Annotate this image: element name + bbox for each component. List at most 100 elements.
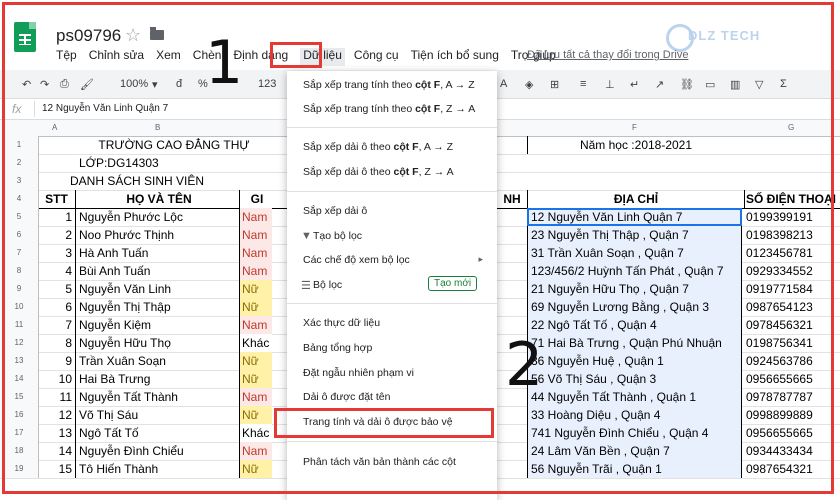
save-status-link[interactable]: Đã lưu tất cả thay đổi trong Drive: [527, 49, 688, 61]
gender-cell[interactable]: Nam: [240, 262, 272, 280]
stt-cell[interactable]: 10: [38, 370, 76, 388]
phone-cell[interactable]: 0199399191: [743, 208, 840, 226]
col-header-g[interactable]: G: [788, 123, 794, 132]
address-cell[interactable]: 23 Nguyễn Thị Thập , Quận 7: [527, 226, 742, 244]
name-cell[interactable]: Nguyễn Tất Thành: [76, 388, 240, 406]
menu-file[interactable]: Tệp: [56, 48, 77, 66]
menu-item-sort-sheet-az[interactable]: Sắp xếp trang tính theo cột F, A → Z: [303, 79, 475, 91]
sheets-logo-icon[interactable]: [14, 22, 36, 52]
phone-cell[interactable]: 0929334552: [743, 262, 840, 280]
menu-item-slicer[interactable]: ☰ Bộ lọc: [301, 279, 342, 292]
phone-cell[interactable]: 0934433434: [743, 442, 840, 460]
menu-addons[interactable]: Tiện ích bổ sung: [411, 48, 499, 66]
school-year-cell[interactable]: Năm học :2018-2021: [527, 136, 744, 154]
chart-icon[interactable]: ▥: [730, 78, 740, 91]
row-number[interactable]: 3: [0, 172, 39, 190]
undo-icon[interactable]: ↶: [22, 78, 31, 91]
address-cell[interactable]: 22 Ngô Tất Tố , Quận 4: [527, 316, 742, 334]
name-cell[interactable]: Võ Thị Sáu: [76, 406, 240, 424]
document-title[interactable]: ps09796: [56, 26, 121, 46]
stt-cell[interactable]: 9: [38, 352, 76, 370]
gender-cell[interactable]: Nữ: [240, 298, 272, 316]
phone-header[interactable]: SỐ ĐIỆN THOẠI: [743, 190, 840, 208]
name-cell[interactable]: Hai Bà Trưng: [76, 370, 240, 388]
link-icon[interactable]: ⛓: [680, 78, 694, 91]
row-number[interactable]: 9: [0, 280, 39, 298]
address-cell[interactable]: 36 Nguyễn Huệ , Quận 1: [527, 352, 742, 370]
phone-cell[interactable]: 0956655665: [743, 370, 840, 388]
name-header[interactable]: HỌ VÀ TÊN: [76, 190, 240, 208]
phone-cell[interactable]: 0998899889: [743, 406, 840, 424]
name-cell[interactable]: Nguyễn Đình Chiểu: [76, 442, 240, 460]
menu-item-named-ranges[interactable]: Dải ô được đặt tên: [303, 391, 390, 403]
star-icon[interactable]: ☆: [125, 25, 141, 46]
stt-cell[interactable]: 2: [38, 226, 76, 244]
align-icon[interactable]: ≡: [580, 78, 586, 90]
address-cell[interactable]: 33 Hoàng Diệu , Quận 4: [527, 406, 742, 424]
gender-header[interactable]: GI: [240, 190, 272, 208]
phone-cell[interactable]: 0198398213: [743, 226, 840, 244]
row-number[interactable]: 14: [0, 370, 39, 388]
phone-cell[interactable]: 0978787787: [743, 388, 840, 406]
address-cell[interactable]: 21 Nguyễn Hữu Thọ , Quận 7: [527, 280, 742, 298]
row-number[interactable]: 4: [0, 190, 39, 208]
menu-item-sort-range[interactable]: Sắp xếp dải ô: [303, 205, 367, 217]
currency-icon[interactable]: đ: [176, 78, 182, 90]
menu-tools[interactable]: Công cụ: [354, 48, 399, 66]
row-number[interactable]: 6: [0, 226, 39, 244]
menu-item-create-filter[interactable]: ▼ Tạo bộ lọc: [301, 230, 362, 242]
name-cell[interactable]: Noo Phước Thịnh: [76, 226, 240, 244]
gender-cell[interactable]: Nữ: [240, 352, 272, 370]
gender-cell[interactable]: Nữ: [240, 370, 272, 388]
menu-item-randomize-range[interactable]: Đặt ngẫu nhiên phạm vi: [303, 367, 414, 379]
zoom-select[interactable]: 100%: [120, 78, 148, 90]
address-cell[interactable]: 56 Võ Thị Sáu , Quận 3: [527, 370, 742, 388]
stt-cell[interactable]: 15: [38, 460, 76, 478]
row-number[interactable]: 5: [0, 208, 39, 226]
hidden-column-header[interactable]: NH: [497, 190, 527, 208]
phone-cell[interactable]: 0198756341: [743, 334, 840, 352]
col-header-f[interactable]: F: [632, 123, 637, 132]
redo-icon[interactable]: ↷: [40, 78, 49, 91]
menu-item-sort-sheet-za[interactable]: Sắp xếp trang tính theo cột F, Z → A: [303, 103, 475, 115]
address-cell[interactable]: 56 Nguyễn Trãi , Quận 1: [527, 460, 742, 478]
stt-cell[interactable]: 1: [38, 208, 76, 226]
row-number[interactable]: 16: [0, 406, 39, 424]
menu-item-sort-range-za[interactable]: Sắp xếp dải ô theo cột F, Z → A: [303, 166, 454, 178]
stt-cell[interactable]: 3: [38, 244, 76, 262]
name-cell[interactable]: Trần Xuân Soạn: [76, 352, 240, 370]
name-cell[interactable]: Nguyễn Thị Thập: [76, 298, 240, 316]
row-number[interactable]: 19: [0, 460, 39, 478]
address-cell[interactable]: 31 Trần Xuân Soạn , Quận 7: [527, 244, 742, 262]
col-header-b[interactable]: B: [155, 123, 160, 132]
name-cell[interactable]: Nguyễn Phước Lộc: [76, 208, 240, 226]
name-cell[interactable]: Nguyễn Kiệm: [76, 316, 240, 334]
stt-cell[interactable]: 14: [38, 442, 76, 460]
stt-cell[interactable]: 11: [38, 388, 76, 406]
wrap-icon[interactable]: ↵: [630, 78, 639, 91]
fill-color-icon[interactable]: ◈: [525, 78, 533, 91]
filter-toolbar-icon[interactable]: ▽: [755, 78, 763, 91]
stt-cell[interactable]: 6: [38, 298, 76, 316]
gender-cell[interactable]: Khác: [240, 424, 272, 442]
address-cell[interactable]: 71 Hai Bà Trưng , Quận Phú Nhuận: [527, 334, 742, 352]
gender-cell[interactable]: Nam: [240, 316, 272, 334]
phone-cell[interactable]: 0987654321: [743, 460, 840, 478]
address-cell[interactable]: 123/456/2 Huỳnh Tấn Phát , Quận 7: [527, 262, 742, 280]
valign-icon[interactable]: ⊥: [605, 78, 615, 91]
class-cell[interactable]: LỚP:DG14303: [79, 154, 269, 172]
row-number[interactable]: 1: [0, 136, 39, 154]
name-cell[interactable]: Bùi Anh Tuấn: [76, 262, 240, 280]
name-cell[interactable]: Tô Hiến Thành: [76, 460, 240, 478]
paint-format-icon[interactable]: 🖌: [80, 78, 94, 91]
menu-item-sort-range-az[interactable]: Sắp xếp dải ô theo cột F, A → Z: [303, 141, 453, 153]
address-cell[interactable]: 44 Nguyễn Tất Thành , Quận 1: [527, 388, 742, 406]
gender-cell[interactable]: Nữ: [240, 280, 272, 298]
row-number[interactable]: 7: [0, 244, 39, 262]
stt-cell[interactable]: 4: [38, 262, 76, 280]
phone-cell[interactable]: 0924563786: [743, 352, 840, 370]
row-number[interactable]: 8: [0, 262, 39, 280]
gender-cell[interactable]: Nam: [240, 226, 272, 244]
gender-cell[interactable]: Nữ: [240, 406, 272, 424]
stt-header[interactable]: STT: [38, 190, 76, 208]
